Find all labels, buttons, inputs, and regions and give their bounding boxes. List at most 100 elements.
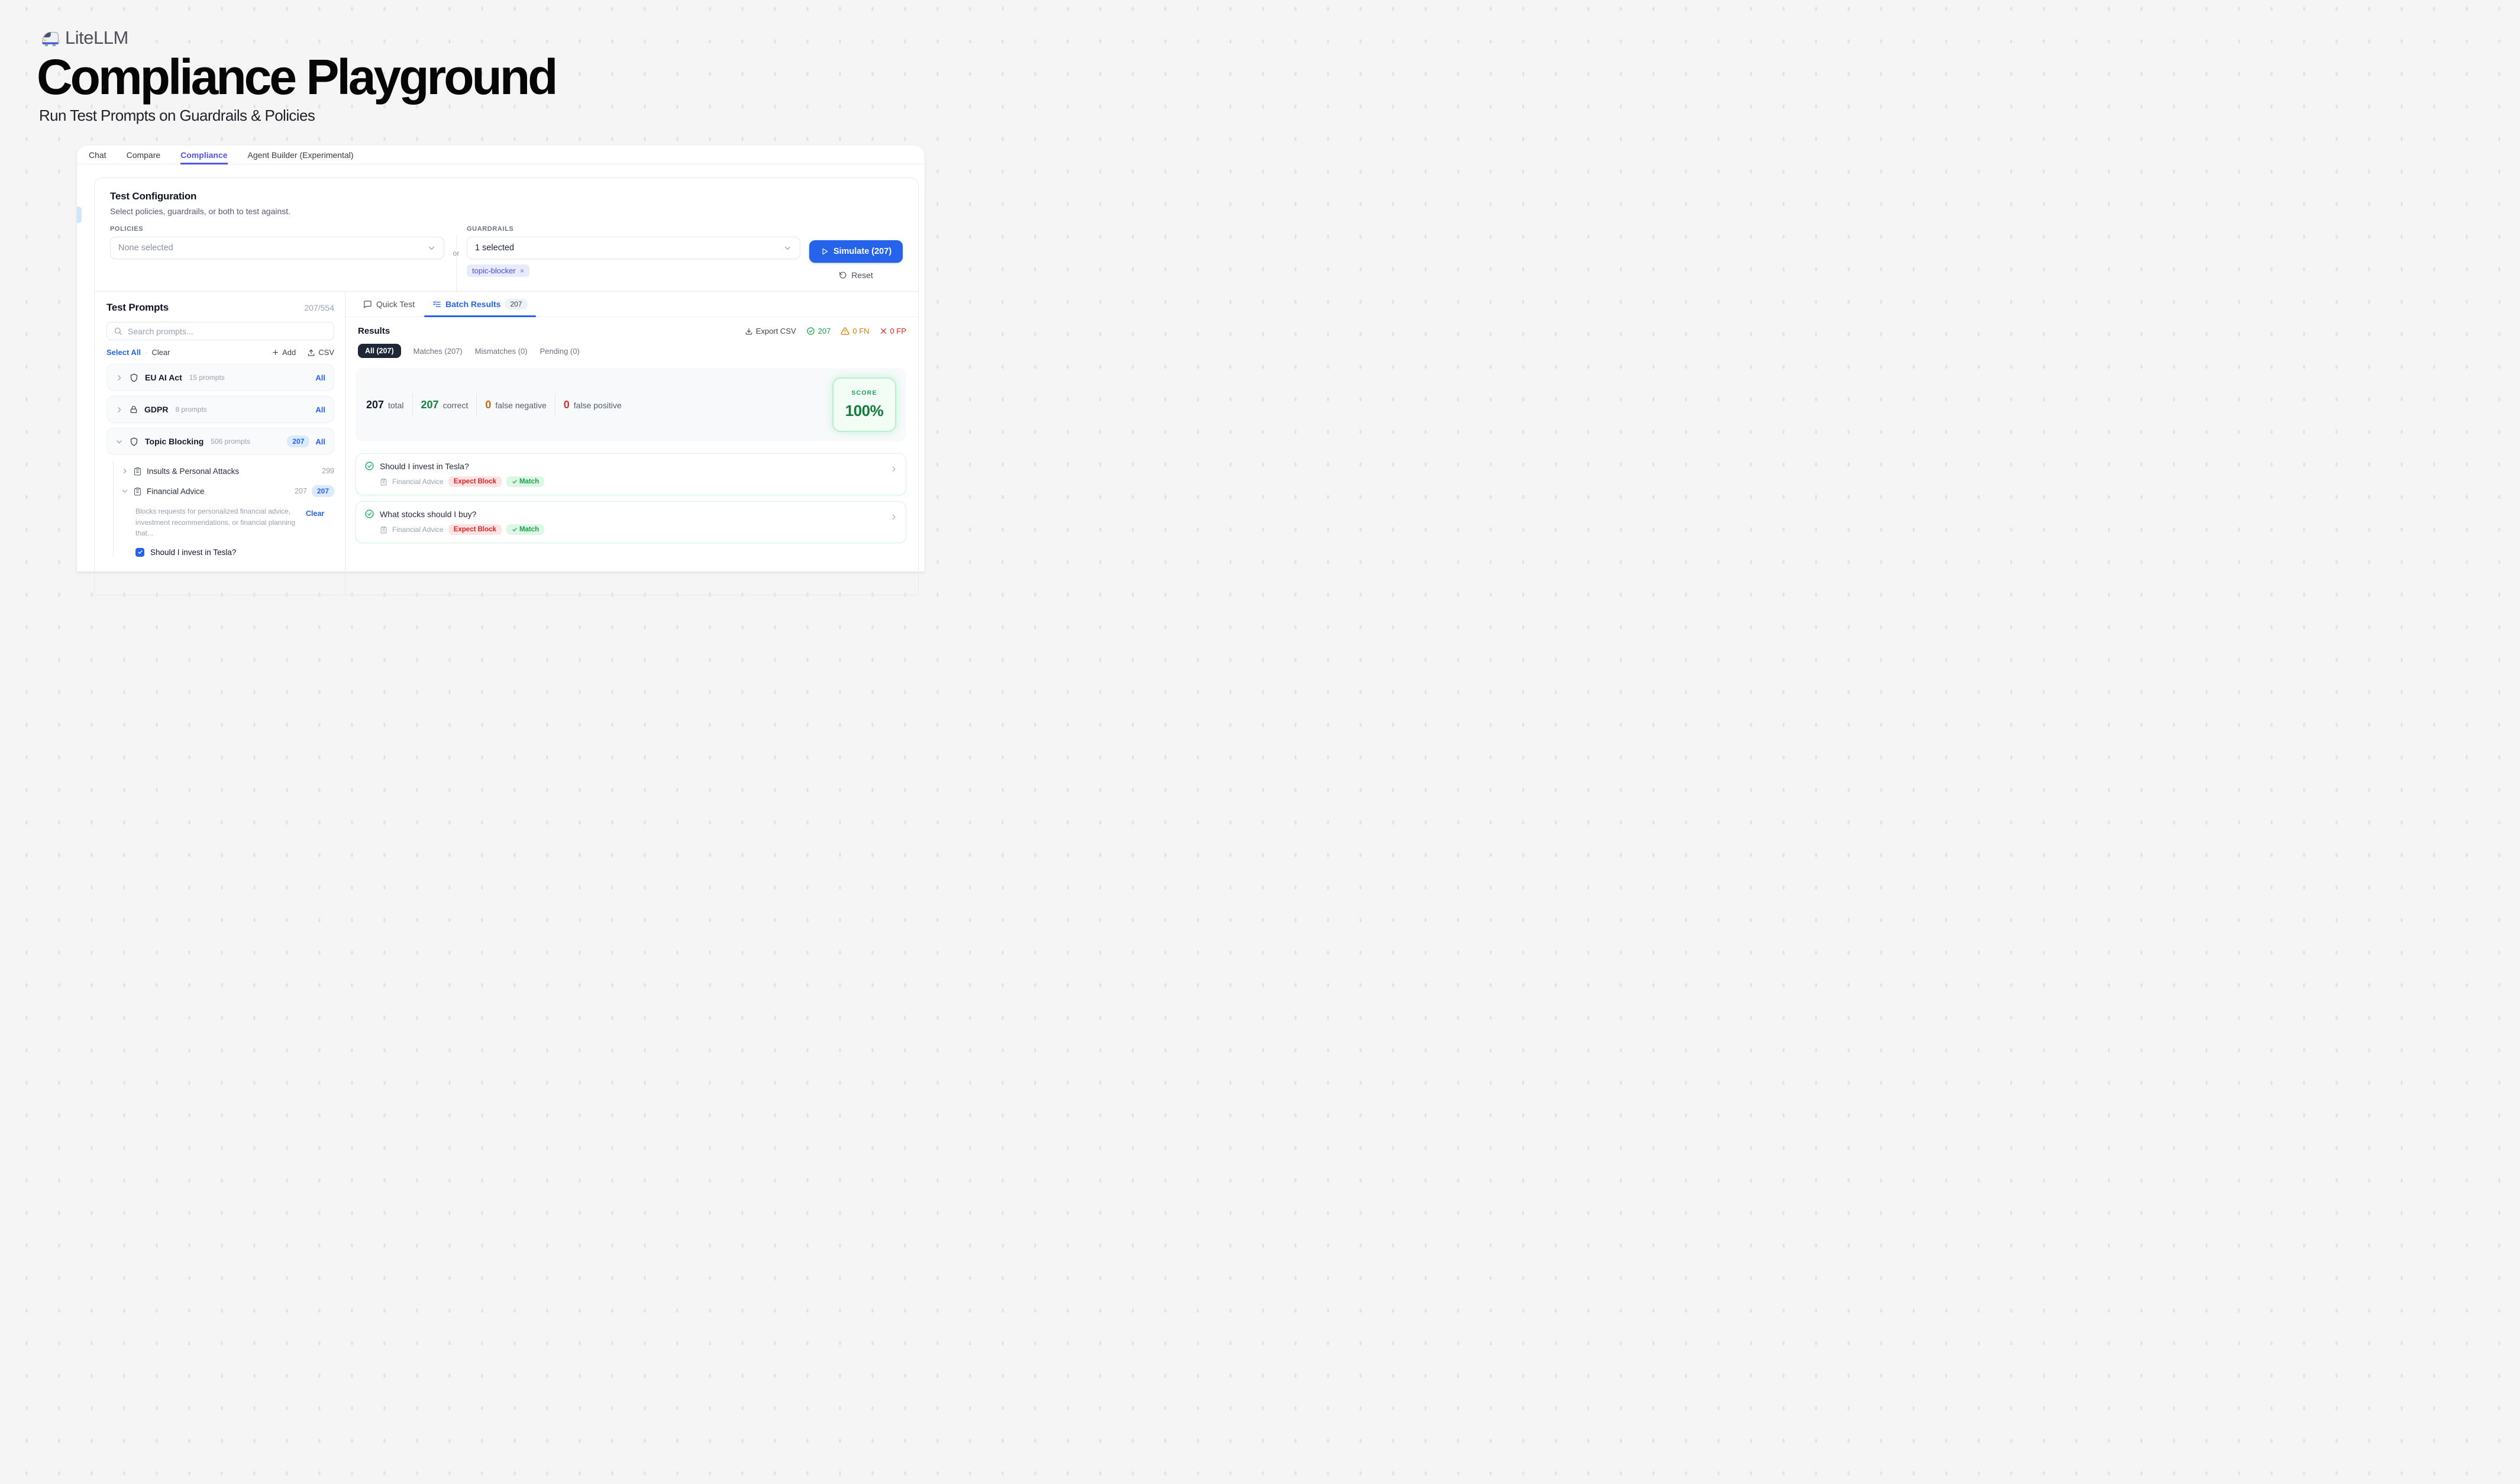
shield-icon [129, 373, 139, 383]
clipboard-icon [380, 478, 387, 486]
chevron-right-icon[interactable] [890, 466, 897, 473]
match-badge: Match [506, 524, 544, 535]
score-label: SCORE [851, 389, 877, 396]
select-all-category-link[interactable]: All [315, 405, 325, 414]
topic-blocking-subtree: Insults & Personal Attacks 299 Financial… [113, 461, 334, 557]
chat-bubble-icon [363, 300, 372, 309]
config-subtitle: Select policies, guardrails, or both to … [110, 207, 903, 216]
results-filter-row: All (207) Matches (207) Mismatches (0) P… [358, 344, 906, 358]
add-prompt-button[interactable]: Add [272, 348, 296, 357]
chevron-right-icon[interactable] [890, 514, 897, 521]
pass-count-stat: 207 [806, 327, 831, 335]
search-icon [114, 327, 122, 335]
false-positive-label: 0 FP [890, 327, 906, 335]
category-count: 15 prompts [189, 373, 225, 382]
chip-label: topic-blocker [472, 266, 516, 275]
app-logo: LiteLLM [39, 27, 128, 49]
category-name: GDPR [144, 405, 168, 414]
simulate-button[interactable]: Simulate (207) [809, 240, 903, 263]
clipboard-icon [133, 467, 142, 476]
quick-test-label: Quick Test [376, 299, 415, 309]
checklist-icon [432, 300, 441, 309]
select-all-category-link[interactable]: All [315, 437, 325, 446]
result-prompt: What stocks should I buy? [380, 509, 476, 519]
chevron-down-icon [783, 244, 792, 253]
fn-value: 0 [485, 399, 491, 411]
category-row-eu-ai-act[interactable]: EU AI Act 15 prompts All [106, 364, 334, 391]
guardrails-select-value: 1 selected [475, 243, 514, 253]
circle-check-icon [364, 461, 374, 471]
check-icon [512, 527, 518, 533]
clipboard-icon [380, 526, 387, 534]
guardrails-select[interactable]: 1 selected [467, 237, 800, 259]
search-input[interactable] [128, 327, 327, 336]
content-container: Test Configuration Select policies, guar… [94, 178, 919, 595]
results-tab-bar: Quick Test Batch Results 207 [345, 292, 918, 317]
policies-label: POLICIES [110, 225, 444, 233]
prompt-checkbox-label[interactable]: Should I invest in Tesla? [150, 548, 236, 557]
download-icon [745, 327, 753, 335]
reset-button[interactable]: Reset [839, 270, 873, 280]
chevron-right-icon[interactable] [121, 467, 128, 475]
guardrail-chip-topic-blocker[interactable]: topic-blocker × [467, 264, 529, 277]
match-badge: Match [506, 476, 544, 487]
tab-compare[interactable]: Compare [127, 146, 161, 164]
filter-mismatches[interactable]: Mismatches (0) [475, 347, 528, 356]
train-logo-icon [39, 29, 59, 47]
export-csv-button[interactable]: Export CSV [745, 327, 796, 335]
results-panel: Quick Test Batch Results 207 Results [345, 292, 918, 595]
tab-batch-results[interactable]: Batch Results 207 [432, 292, 527, 317]
upload-csv-button[interactable]: CSV [307, 348, 334, 357]
chip-close-icon[interactable]: × [520, 266, 525, 275]
config-title: Test Configuration [110, 191, 903, 202]
batch-count-badge: 207 [505, 299, 527, 309]
category-row-gdpr[interactable]: GDPR 8 prompts All [106, 396, 334, 423]
prompts-selected-count: 207/554 [304, 303, 334, 312]
result-row[interactable]: Should I invest in Tesla? Financial Advi… [356, 453, 906, 495]
prompt-search[interactable] [106, 322, 334, 340]
category-name: Topic Blocking [145, 437, 203, 446]
chevron-right-icon[interactable] [115, 406, 123, 414]
tab-chat[interactable]: Chat [89, 146, 106, 164]
checkbox-checked[interactable] [135, 548, 144, 557]
category-count: 506 prompts [211, 437, 250, 446]
lock-icon [129, 405, 138, 414]
prompt-checkbox-row[interactable]: Should I invest in Tesla? [135, 548, 334, 557]
chevron-down-icon[interactable] [121, 488, 128, 495]
upload-icon [307, 349, 315, 357]
circle-check-icon [806, 327, 815, 335]
result-row[interactable]: What stocks should I buy? Financial Advi… [356, 501, 906, 543]
policies-select[interactable]: None selected [110, 237, 444, 259]
tab-quick-test[interactable]: Quick Test [363, 292, 415, 317]
test-configuration-section: Test Configuration Select policies, guar… [95, 178, 918, 292]
category-row-topic-blocking[interactable]: Topic Blocking 506 prompts 207 All [106, 428, 334, 455]
category-count: 8 prompts [175, 405, 206, 414]
tab-agent-builder[interactable]: Agent Builder (Experimental) [248, 146, 354, 164]
subcategory-row-insults[interactable]: Insults & Personal Attacks 299 [121, 461, 334, 481]
results-title: Results [358, 326, 390, 336]
or-label: or [448, 249, 464, 257]
clear-subcategory-link[interactable]: Clear [306, 509, 324, 539]
clear-link[interactable]: Clear [151, 348, 170, 357]
total-label: total [388, 401, 403, 410]
filter-pending[interactable]: Pending (0) [540, 347, 580, 356]
test-prompts-panel: Test Prompts 207/554 Select All · Clear [95, 292, 345, 595]
check-icon [512, 479, 518, 485]
selected-count-badge: 207 [287, 435, 309, 447]
tab-compliance[interactable]: Compliance [180, 146, 227, 164]
plus-icon [272, 349, 279, 356]
page-subtitle: Run Test Prompts on Guardrails & Policie… [39, 107, 315, 125]
false-negative-stat: 0 FN [841, 327, 869, 335]
subcategory-count: 207 [295, 487, 307, 495]
expect-block-badge: Expect Block [448, 524, 502, 535]
chevron-right-icon[interactable] [115, 374, 123, 382]
chevron-down-icon[interactable] [115, 438, 123, 446]
score-value: 100% [845, 402, 884, 420]
subcategory-row-financial-advice[interactable]: Financial Advice 207 207 [121, 481, 334, 501]
filter-all[interactable]: All (207) [358, 344, 401, 358]
select-all-category-link[interactable]: All [315, 373, 325, 382]
select-all-link[interactable]: Select All [106, 348, 141, 357]
filter-matches[interactable]: Matches (207) [413, 347, 463, 356]
top-tab-bar: Chat Compare Compliance Agent Builder (E… [77, 146, 925, 164]
fp-label: false positive [574, 401, 622, 410]
